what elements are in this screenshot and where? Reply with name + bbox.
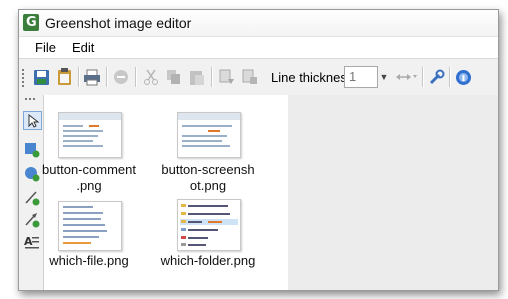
thumb-file	[181, 228, 186, 231]
thumb-text	[188, 213, 230, 215]
thumb-folder	[181, 220, 186, 223]
cut-icon[interactable]	[142, 67, 160, 87]
thumb-line	[63, 212, 103, 214]
tools-grip[interactable]	[25, 98, 37, 100]
thumbnail-which-folder[interactable]	[177, 199, 241, 251]
title-bar: G Greenshot image editor	[19, 10, 498, 37]
thumb-row	[63, 125, 83, 127]
thumb-header	[59, 113, 121, 120]
menu-bar: File Edit	[19, 37, 498, 57]
toolbar-separator	[422, 67, 424, 87]
menu-file[interactable]: File	[35, 40, 56, 55]
window-title: Greenshot image editor	[45, 15, 192, 31]
thumb-text	[188, 244, 206, 246]
thumb-arrow	[208, 221, 222, 223]
copy-icon[interactable]	[165, 67, 183, 87]
line-thickness-label: Line thickness	[271, 70, 354, 85]
line-thickness-input[interactable]: 1	[344, 66, 378, 88]
thumb-highlight	[208, 130, 220, 132]
thumb-highlight	[63, 242, 91, 244]
toolbar: Line thickness 1 ▼	[19, 58, 498, 95]
arrow-icon[interactable]	[23, 211, 40, 228]
thumb-text	[188, 229, 218, 231]
thumb-row	[63, 130, 103, 132]
bring-forward-icon[interactable]	[218, 67, 236, 87]
file-name: which-folder.png	[160, 253, 256, 268]
thumb-row	[182, 145, 230, 147]
send-backward-icon[interactable]	[241, 67, 259, 87]
save-icon[interactable]	[32, 67, 50, 87]
greenshot-logo-icon: G	[23, 14, 39, 31]
thumb-row	[182, 125, 232, 127]
paste-icon[interactable]	[188, 67, 206, 87]
arrow-heads-icon[interactable]	[395, 67, 419, 87]
thumb-header	[178, 113, 240, 120]
thumb-line	[63, 236, 99, 238]
rectangle-icon[interactable]	[23, 141, 40, 158]
greenshot-editor-window: G Greenshot image editor File Edit Line …	[18, 9, 499, 291]
thumb-line	[63, 218, 101, 220]
thumb-text	[188, 237, 208, 239]
file-name: button-comment .png	[42, 162, 136, 193]
file-name: which-file.png	[49, 253, 129, 268]
svg-text:A: A	[24, 235, 33, 248]
thumb-file	[181, 236, 186, 239]
thumbnail-button-screenshot[interactable]	[177, 112, 241, 158]
toolbar-grip[interactable]	[22, 69, 24, 87]
menu-edit[interactable]: Edit	[72, 40, 94, 55]
toolbar-separator	[106, 67, 108, 87]
file-list: button-comment .png button-screensh ot.p…	[42, 95, 288, 290]
thumb-row	[63, 140, 93, 142]
thumb-row	[182, 135, 227, 137]
thumb-text	[188, 221, 202, 223]
thumb-folder	[181, 212, 186, 215]
canvas-background	[288, 95, 498, 290]
toolbar-separator	[78, 67, 80, 87]
thumb-folder	[181, 204, 186, 207]
thumb-line	[63, 206, 93, 208]
help-icon[interactable]	[454, 67, 472, 87]
delete-icon[interactable]	[112, 67, 130, 87]
clipboard-icon[interactable]	[55, 67, 73, 87]
thumb-text	[188, 205, 228, 207]
settings-icon[interactable]	[427, 67, 445, 87]
thumbnail-button-comment[interactable]	[58, 112, 122, 158]
toolbar-separator	[135, 67, 137, 87]
thumb-row	[182, 140, 222, 142]
cursor-icon[interactable]	[23, 111, 42, 130]
print-icon[interactable]	[83, 67, 101, 87]
file-name: button-screensh ot.png	[161, 162, 255, 193]
thumb-highlight	[89, 125, 99, 127]
toolbar-separator	[449, 67, 451, 87]
thumbnail-which-file[interactable]	[58, 201, 122, 251]
text-icon[interactable]: A	[23, 233, 40, 250]
toolbar-separator	[211, 67, 213, 87]
chevron-down-icon[interactable]: ▼	[377, 67, 391, 87]
thumb-row	[63, 145, 103, 147]
thumb-file	[181, 243, 186, 246]
thumb-row	[63, 135, 98, 137]
thumb-line	[63, 230, 107, 232]
thumb-line	[63, 224, 105, 226]
